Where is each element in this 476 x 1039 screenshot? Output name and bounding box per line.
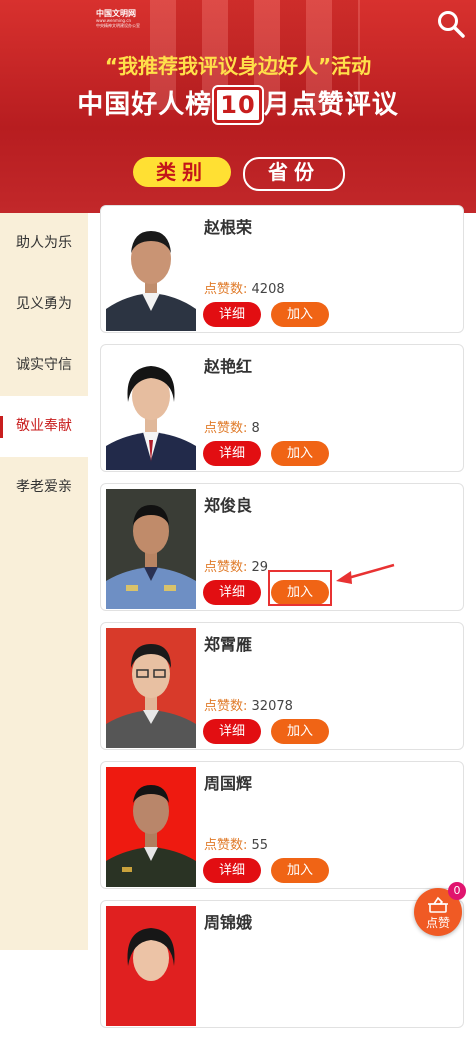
tab-category[interactable]: 类别 [133,157,231,187]
like-count-label: 点赞数: [204,838,248,853]
like-count: 点赞数: 55 [204,834,268,853]
ballot-icon [428,896,448,913]
candidate-card: 周锦娥 [100,900,464,1028]
title-month-number: 10 [214,87,262,123]
join-button[interactable]: 加入 [271,858,329,883]
join-button[interactable]: 加入 [271,441,329,466]
detail-button[interactable]: 详细 [203,580,261,605]
like-count-value: 55 [251,838,269,853]
candidate-name: 郑俊良 [204,496,253,515]
candidate-photo[interactable] [106,489,196,609]
join-button[interactable]: 加入 [271,719,329,744]
candidate-card: 赵根荣 点赞数: 4208 详细 加入 [100,205,464,333]
header-banner: 中国文明网 www.wenming.cn 中央精神文明建设办公室 “我推荐我评议… [0,0,476,213]
sidebar-item-helping-others[interactable]: 助人为乐 [0,213,88,274]
title-suffix: 月点赞评议 [263,90,399,120]
like-count-label: 点赞数: [204,421,248,436]
candidate-card: 郑霄雁 点赞数: 32078 详细 加入 [100,622,464,750]
highlight-box [268,570,332,606]
candidate-name: 郑霄雁 [204,635,253,654]
like-count: 点赞数: 29 [204,556,268,575]
candidate-name: 周锦娥 [204,913,253,932]
candidate-name: 赵艳红 [204,357,253,376]
vote-count-badge: 0 [448,882,466,900]
candidate-card: 赵艳红 点赞数: 8 详细 加入 [100,344,464,472]
search-icon[interactable] [436,9,466,39]
join-button[interactable]: 加入 [271,302,329,327]
like-count-value: 4208 [251,282,285,297]
detail-button[interactable]: 详细 [203,302,261,327]
sidebar-item-dedication[interactable]: 敬业奉献 [0,396,88,457]
category-sidebar: 助人为乐 见义勇为 诚实守信 敬业奉献 孝老爱亲 [0,213,88,950]
like-count: 点赞数: 8 [204,417,260,436]
like-count: 点赞数: 32078 [204,695,293,714]
sidebar-item-bravery[interactable]: 见义勇为 [0,274,88,335]
site-logo[interactable]: 中国文明网 www.wenming.cn 中央精神文明建设办公室 [96,9,140,29]
like-count-label: 点赞数: [204,699,248,714]
sidebar-item-filial-piety[interactable]: 孝老爱亲 [0,457,88,518]
like-count-value: 29 [251,560,269,575]
logo-title: 中国文明网 [96,9,136,18]
page-title: 中国好人榜 10 月点赞评议 [0,84,476,123]
like-count-value: 8 [251,421,260,436]
candidate-photo[interactable] [106,906,196,1026]
title-prefix: 中国好人榜 [77,90,213,120]
detail-button[interactable]: 详细 [203,441,261,466]
like-count-label: 点赞数: [204,282,248,297]
like-count-label: 点赞数: [204,560,248,575]
campaign-subtitle: “我推荐我评议身边好人”活动 [104,54,372,78]
candidate-card: 周国辉 点赞数: 55 详细 加入 [100,761,464,889]
like-count-value: 32078 [251,699,293,714]
candidate-photo[interactable] [106,628,196,748]
candidate-name: 周国辉 [204,774,253,793]
candidate-photo[interactable] [106,211,196,331]
detail-button[interactable]: 详细 [203,719,261,744]
logo-org: 中央精神文明建设办公室 [96,23,140,28]
tab-province[interactable]: 省份 [243,157,345,191]
candidate-list: 赵根荣 点赞数: 4208 详细 加入 赵艳红 点赞数: 8 详细 加入 郑俊良… [100,205,464,1039]
candidate-name: 赵根荣 [204,218,253,237]
candidate-photo[interactable] [106,350,196,470]
like-count: 点赞数: 4208 [204,278,285,297]
sidebar-item-honesty[interactable]: 诚实守信 [0,335,88,396]
detail-button[interactable]: 详细 [203,858,261,883]
vote-label: 点赞 [425,916,450,930]
candidate-photo[interactable] [106,767,196,887]
arrow-annotation-icon [336,563,395,584]
